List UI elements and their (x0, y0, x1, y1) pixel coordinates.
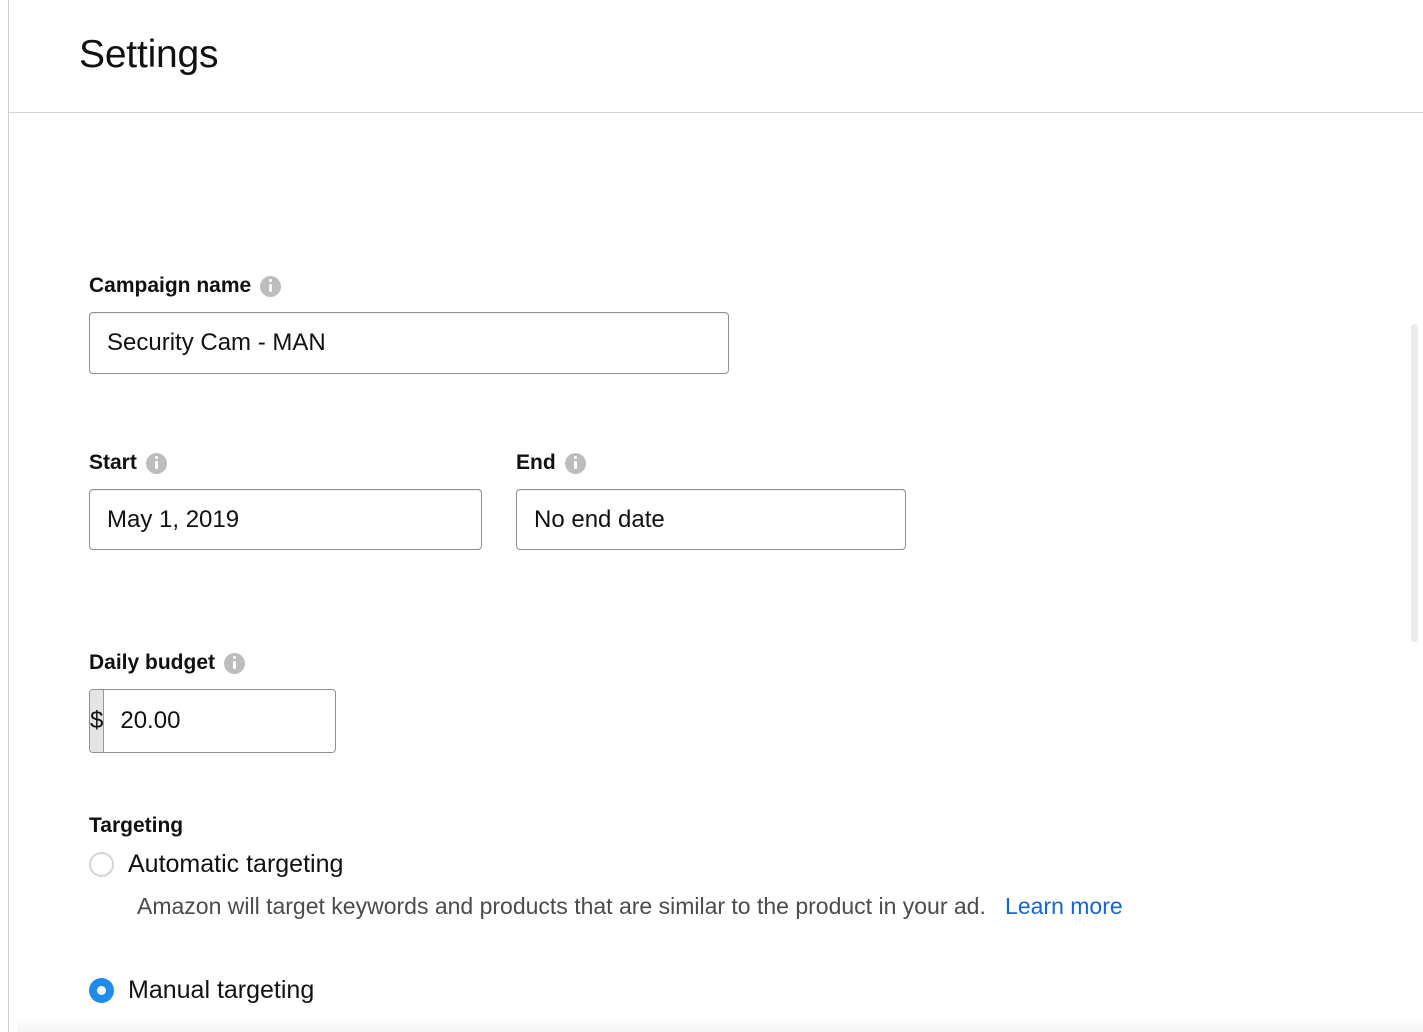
daily-budget-label-text: Daily budget (89, 651, 216, 674)
campaign-name-label: Campaign name (89, 273, 729, 299)
info-icon[interactable] (260, 275, 282, 297)
bottom-edge-shadow (18, 1019, 1423, 1032)
panel-header: Settings (9, 0, 1423, 113)
info-icon[interactable] (564, 452, 586, 474)
targeting-option-automatic[interactable]: Automatic targeting Amazon will target k… (89, 849, 1359, 927)
manual-targeting-radio[interactable] (89, 977, 114, 1003)
info-icon[interactable] (145, 452, 167, 474)
daily-budget-field-group: Daily budget $ (89, 650, 336, 753)
daily-budget-label: Daily budget (89, 650, 336, 676)
automatic-targeting-learn-more-link[interactable]: Learn more (1005, 893, 1123, 919)
campaign-name-input[interactable] (89, 312, 729, 374)
end-date-label: End (516, 450, 906, 476)
automatic-targeting-radio[interactable] (89, 851, 114, 877)
start-date-field-group: Start (89, 450, 482, 550)
targeting-section: Targeting Automatic targeting Amazon wil… (89, 813, 1359, 1032)
automatic-targeting-radio-row[interactable]: Automatic targeting (89, 849, 1359, 879)
start-date-label-text: Start (89, 451, 137, 474)
campaign-name-label-text: Campaign name (89, 274, 252, 297)
automatic-targeting-label: Automatic targeting (128, 850, 344, 878)
start-date-label: Start (89, 450, 482, 476)
vertical-scrollbar-thumb[interactable] (1411, 324, 1418, 642)
info-icon[interactable] (224, 652, 246, 674)
automatic-targeting-description: Amazon will target keywords and products… (137, 885, 1359, 927)
automatic-targeting-description-text: Amazon will target keywords and products… (137, 893, 986, 919)
daily-budget-input[interactable] (104, 690, 335, 752)
campaign-name-field-group: Campaign name (89, 273, 729, 374)
start-date-input[interactable] (89, 489, 482, 550)
daily-budget-input-group: $ (89, 689, 336, 753)
currency-symbol-addon: $ (90, 690, 105, 752)
page-title: Settings (79, 33, 219, 76)
end-date-field-group: End (516, 450, 906, 550)
end-date-input[interactable] (516, 489, 906, 550)
manual-targeting-label: Manual targeting (128, 976, 315, 1004)
end-date-label-text: End (516, 451, 556, 474)
settings-panel: Settings Campaign name Start End (8, 0, 1423, 1032)
manual-targeting-radio-row[interactable]: Manual targeting (89, 975, 1359, 1005)
targeting-heading: Targeting (89, 814, 184, 837)
